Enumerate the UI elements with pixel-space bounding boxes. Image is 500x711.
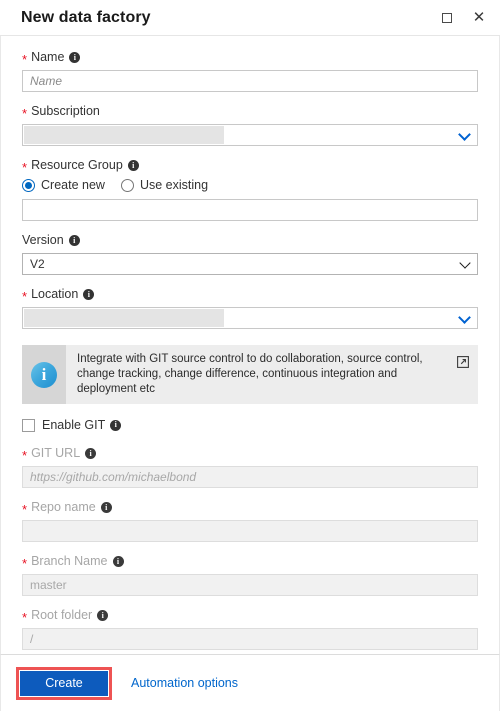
redacted-value-block	[24, 309, 224, 327]
info-icon[interactable]: i	[100, 502, 112, 513]
label-root-folder: * Root folder i	[22, 608, 478, 625]
required-asterisk: *	[22, 159, 28, 175]
chevron-down-icon	[458, 128, 471, 141]
create-button[interactable]: Create	[20, 670, 108, 696]
label-name: * Name i	[22, 50, 478, 67]
version-value: V2	[30, 257, 45, 271]
field-resource-group: * Resource Group i Create new Use existi…	[22, 158, 478, 221]
checkbox-indicator	[22, 418, 35, 432]
banner-text: Integrate with GIT source control to do …	[77, 353, 423, 395]
label-branch-name: * Branch Name i	[22, 554, 478, 571]
label-branch-name-text: Branch Name	[31, 554, 108, 568]
field-location: * Location i	[22, 287, 478, 329]
chevron-down-icon	[459, 257, 471, 269]
external-link-icon[interactable]	[457, 355, 469, 368]
label-git-url-text: GIT URL	[31, 446, 81, 460]
resource-group-radio-group: Create new Use existing	[22, 178, 478, 192]
radio-indicator-selected	[22, 178, 35, 192]
enable-git-checkbox[interactable]: Enable GIT i	[22, 418, 478, 432]
required-asterisk: *	[22, 447, 28, 463]
field-root-folder: * Root folder i	[22, 608, 478, 650]
label-repo-name-text: Repo name	[31, 500, 96, 514]
required-asterisk: *	[22, 288, 28, 304]
info-icon[interactable]: i	[85, 448, 97, 459]
create-button-highlight: Create	[16, 666, 112, 700]
maximize-button[interactable]	[438, 9, 456, 27]
resource-group-input[interactable]	[22, 199, 478, 221]
new-data-factory-blade: New data factory ✕ * Name i * Subscripti	[0, 0, 500, 711]
label-repo-name: * Repo name i	[22, 500, 478, 517]
maximize-icon	[442, 12, 452, 23]
info-icon[interactable]: i	[110, 419, 122, 431]
required-asterisk: *	[22, 105, 28, 121]
label-resource-group-text: Resource Group	[31, 158, 123, 172]
label-subscription-text: Subscription	[31, 104, 100, 118]
label-resource-group: * Resource Group i	[22, 158, 478, 175]
label-subscription: * Subscription	[22, 104, 478, 121]
chevron-down-icon	[458, 311, 471, 324]
label-git-url: * GIT URL i	[22, 446, 478, 463]
label-location-text: Location	[31, 287, 79, 301]
root-folder-input	[22, 628, 478, 650]
required-asterisk: *	[22, 555, 28, 571]
automation-options-link[interactable]: Automation options	[131, 676, 238, 690]
radio-indicator	[120, 178, 134, 192]
window-controls: ✕	[438, 9, 488, 27]
info-icon[interactable]: i	[83, 289, 95, 300]
info-icon[interactable]: i	[112, 556, 124, 567]
repo-name-input	[22, 520, 478, 542]
field-subscription: * Subscription	[22, 104, 478, 146]
info-icon: i	[31, 361, 57, 388]
field-version: Version i V2	[22, 233, 478, 275]
git-info-banner: i Integrate with GIT source control to d…	[22, 345, 478, 404]
close-icon: ✕	[472, 9, 486, 26]
titlebar: New data factory ✕	[0, 0, 500, 36]
field-repo-name: * Repo name i	[22, 500, 478, 542]
form-panel: * Name i * Subscription * Resource Group	[0, 36, 500, 655]
label-location: * Location i	[22, 287, 478, 304]
field-name: * Name i	[22, 50, 478, 92]
required-asterisk: *	[22, 609, 28, 625]
git-url-input	[22, 466, 478, 488]
footer-actions: Create Automation options	[0, 655, 500, 711]
radio-use-existing[interactable]: Use existing	[120, 178, 209, 192]
label-name-text: Name	[31, 50, 65, 64]
name-input[interactable]	[22, 70, 478, 92]
info-icon[interactable]: i	[97, 610, 109, 621]
banner-icon-cell: i	[22, 345, 66, 404]
label-root-folder-text: Root folder	[31, 608, 93, 622]
subscription-select[interactable]	[22, 124, 478, 146]
radio-create-new[interactable]: Create new	[22, 178, 105, 192]
info-icon[interactable]: i	[68, 235, 80, 246]
info-icon[interactable]: i	[69, 52, 81, 63]
close-button[interactable]: ✕	[470, 9, 488, 27]
enable-git-label-text: Enable GIT	[42, 418, 106, 432]
info-icon[interactable]: i	[127, 160, 139, 171]
version-select[interactable]: V2	[22, 253, 478, 275]
label-version-text: Version	[22, 233, 64, 247]
label-version: Version i	[22, 233, 478, 248]
location-select[interactable]	[22, 307, 478, 329]
redacted-value-block	[24, 126, 224, 144]
enable-git-label: Enable GIT i	[42, 418, 122, 432]
field-git-url: * GIT URL i	[22, 446, 478, 488]
field-branch-name: * Branch Name i	[22, 554, 478, 596]
required-asterisk: *	[22, 501, 28, 517]
radio-use-existing-label: Use existing	[139, 178, 209, 192]
branch-name-input	[22, 574, 478, 596]
required-asterisk: *	[22, 51, 28, 67]
radio-create-new-label: Create new	[41, 178, 105, 192]
page-title: New data factory	[21, 8, 151, 26]
